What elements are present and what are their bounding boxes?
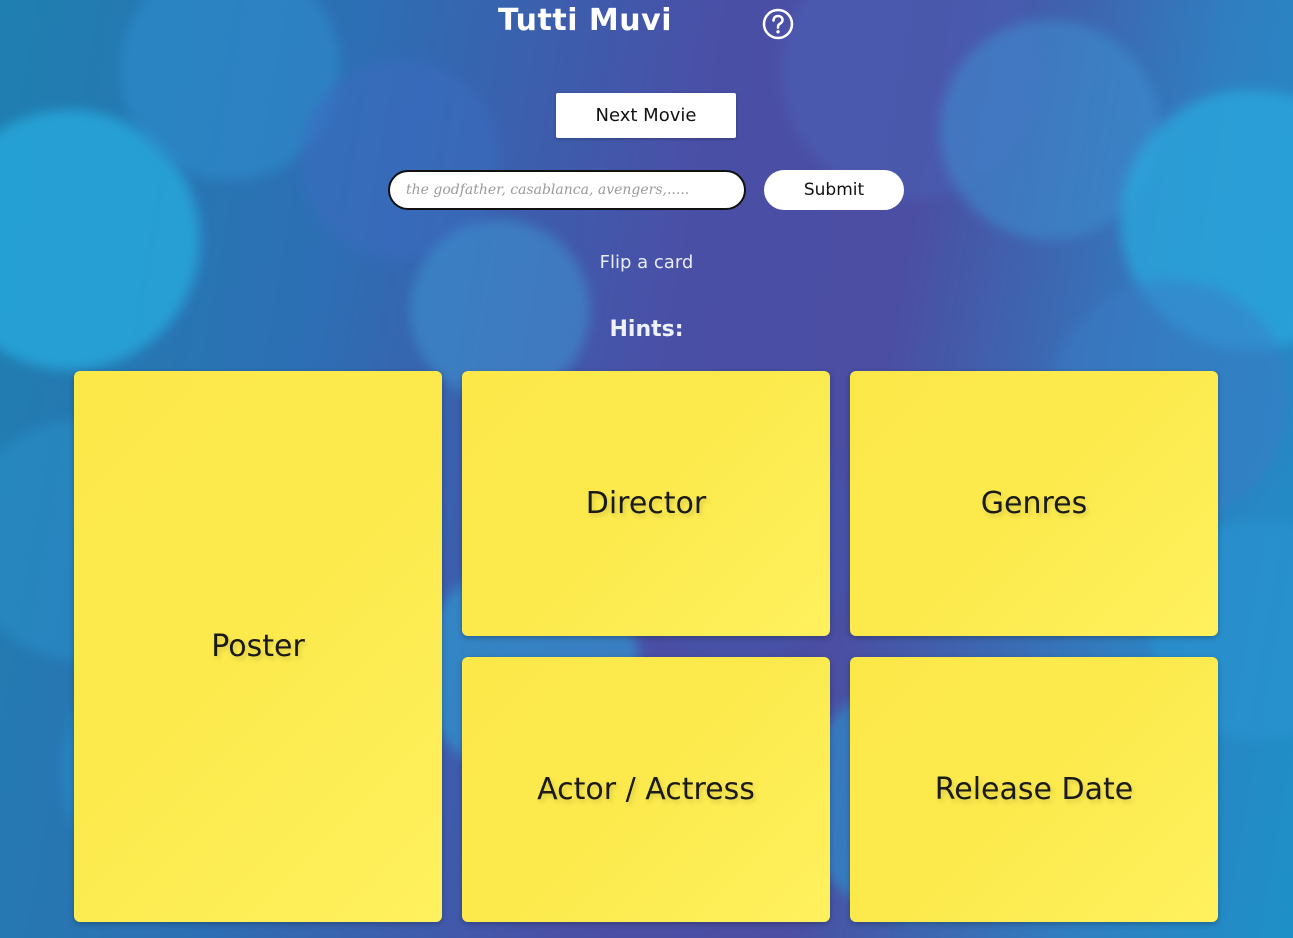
hint-card-poster[interactable]: Poster xyxy=(74,371,442,922)
hint-card-label: Poster xyxy=(211,629,305,664)
status-message: Flip a card xyxy=(599,252,694,273)
hint-card-genres[interactable]: Genres xyxy=(850,371,1218,636)
hint-card-label: Release Date xyxy=(934,772,1134,807)
question-circle-icon[interactable] xyxy=(762,8,794,40)
next-movie-button[interactable]: Next Movie xyxy=(556,93,736,138)
movie-guess-input[interactable] xyxy=(388,170,746,210)
hints-heading: Hints: xyxy=(609,317,684,342)
hint-card-actor[interactable]: Actor / Actress xyxy=(462,657,830,922)
hint-card-label: Actor / Actress xyxy=(537,772,755,807)
hint-card-director[interactable]: Director xyxy=(462,371,830,636)
hint-card-label: Director xyxy=(585,486,707,521)
submit-button[interactable]: Submit xyxy=(764,170,904,210)
app-title: Tutti Muvi xyxy=(498,3,672,38)
hint-card-release-date[interactable]: Release Date xyxy=(850,657,1218,922)
hint-card-label: Genres xyxy=(980,486,1088,521)
